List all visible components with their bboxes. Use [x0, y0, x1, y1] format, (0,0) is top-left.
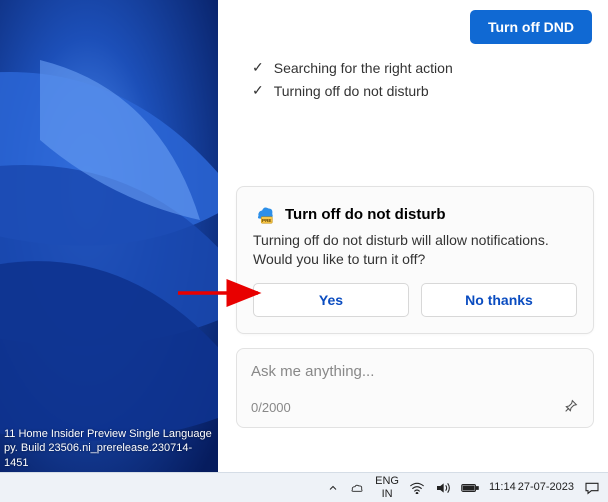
volume-icon[interactable]: [435, 481, 451, 495]
lang-secondary: IN: [382, 489, 393, 500]
ask-input[interactable]: [251, 363, 579, 380]
no-thanks-button[interactable]: No thanks: [421, 283, 577, 317]
clock[interactable]: 11:14 27-07-2023: [489, 482, 574, 494]
status-item: ✓ Turning off do not disturb: [252, 79, 588, 102]
lang-primary: ENG: [375, 476, 399, 487]
assistant-panel: Turn off DND ✓ Searching for the right a…: [218, 0, 608, 472]
pin-icon[interactable]: [563, 398, 579, 417]
desktop-wallpaper: 11 Home Insider Preview Single Language …: [0, 0, 218, 472]
date: 27-07-2023: [518, 482, 574, 494]
ask-input-box[interactable]: 0/2000: [236, 348, 594, 428]
onedrive-icon[interactable]: [349, 482, 365, 494]
turn-off-dnd-button[interactable]: Turn off DND: [470, 10, 592, 44]
svg-text:PRE: PRE: [262, 218, 271, 223]
wifi-icon[interactable]: [409, 482, 425, 494]
language-indicator[interactable]: ENG IN: [375, 476, 399, 500]
check-icon: ✓: [252, 59, 264, 76]
preview-badge-icon: PRE: [253, 203, 275, 225]
char-counter: 0/2000: [251, 400, 291, 415]
confirm-card: PRE Turn off do not disturb Turning off …: [236, 186, 594, 334]
status-item: ✓ Searching for the right action: [252, 56, 588, 79]
card-body: Turning off do not disturb will allow no…: [253, 231, 577, 269]
status-list: ✓ Searching for the right action ✓ Turni…: [218, 50, 608, 102]
check-icon: ✓: [252, 82, 264, 99]
build-line-2: py. Build 23506.ni_prerelease.230714-145…: [4, 441, 214, 470]
build-watermark: 11 Home Insider Preview Single Language …: [0, 425, 218, 472]
battery-icon[interactable]: [461, 482, 479, 494]
tray-overflow-icon[interactable]: [327, 482, 339, 494]
build-line-1: 11 Home Insider Preview Single Language: [4, 427, 214, 441]
status-label: Turning off do not disturb: [274, 83, 429, 99]
card-title: Turn off do not disturb: [285, 206, 446, 223]
time: 11:14: [489, 482, 516, 494]
notifications-icon[interactable]: [584, 481, 600, 495]
yes-button[interactable]: Yes: [253, 283, 409, 317]
status-label: Searching for the right action: [274, 60, 453, 76]
taskbar: ENG IN 11:14 27-07-2023: [0, 472, 608, 502]
